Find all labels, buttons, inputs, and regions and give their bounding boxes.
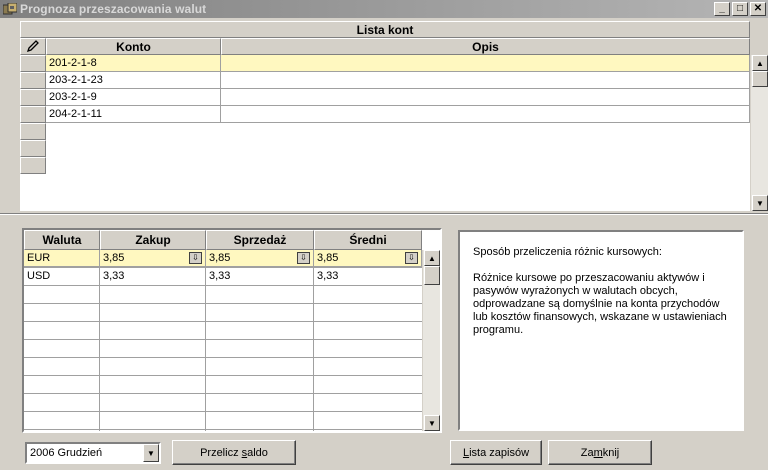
table-row[interactable]: 203-2-1-23	[46, 72, 750, 89]
row-selector[interactable]	[20, 106, 46, 123]
table-row[interactable]: 201-2-1-8	[46, 55, 750, 72]
accounts-grid: Lista kont Konto Opis 201-2-1-8 203-2-1-…	[20, 21, 768, 213]
accounts-scrollbar[interactable]: ▲ ▼	[750, 55, 768, 211]
cell-waluta: EUR	[24, 250, 100, 267]
currency-scrollbar[interactable]: ▲ ▼	[422, 250, 440, 431]
scroll-down-button[interactable]: ▼	[752, 195, 768, 211]
info-heading: Sposób przeliczenia różnic kursowych:	[473, 246, 662, 258]
info-body: Różnice kursowe po przeszacowaniu aktywó…	[473, 272, 727, 336]
minimize-icon: _	[719, 3, 725, 14]
spin-button-icon[interactable]: ⇩	[297, 252, 310, 264]
column-header-waluta[interactable]: Waluta	[24, 230, 100, 250]
cell-sredni[interactable]: 3,85 ⇩	[314, 250, 422, 267]
cell-konto: 203-2-1-9	[46, 89, 221, 106]
table-row[interactable]: USD 3,33 3,33 3,33	[24, 268, 422, 285]
minimize-button[interactable]: _	[714, 2, 730, 16]
period-select[interactable]: 2006 Grudzień ▼	[25, 442, 161, 464]
table-row[interactable]: 203-2-1-9	[46, 89, 750, 106]
row-selector[interactable]	[20, 140, 46, 157]
cell-konto: 201-2-1-8	[46, 55, 221, 72]
maximize-icon: □	[736, 3, 744, 14]
accounts-body: 201-2-1-8 203-2-1-23 203-2-1-9 204-2-1-1…	[20, 55, 750, 211]
scroll-down-button[interactable]: ▼	[424, 415, 440, 431]
chevron-down-icon[interactable]: ▼	[143, 444, 159, 462]
currency-grid: Waluta Zakup Sprzedaż Średni EUR 3,85 ⇩ …	[22, 228, 442, 433]
maximize-button[interactable]: □	[732, 2, 748, 16]
row-selector[interactable]	[20, 55, 46, 72]
separator	[0, 213, 768, 215]
cell-opis	[221, 55, 750, 72]
scroll-thumb[interactable]	[752, 71, 768, 87]
cell-konto: 203-2-1-23	[46, 72, 221, 89]
row-selector[interactable]	[20, 123, 46, 140]
scroll-up-button[interactable]: ▲	[752, 55, 768, 71]
cell-konto: 204-2-1-11	[46, 106, 221, 123]
cell-waluta: USD	[27, 270, 51, 282]
period-value: 2006 Grudzień	[30, 447, 103, 459]
spin-button-icon[interactable]: ⇩	[405, 252, 418, 264]
cell-sprzedaz: 3,33	[209, 270, 231, 282]
row-selector[interactable]	[20, 72, 46, 89]
info-panel: Sposób przeliczenia różnic kursowych: Ró…	[458, 230, 744, 431]
column-header-zakup[interactable]: Zakup	[100, 230, 206, 250]
close-button[interactable]: ✕	[750, 2, 766, 16]
entries-list-button[interactable]: Lista zapisów	[450, 440, 542, 465]
spin-button-icon[interactable]: ⇩	[189, 252, 202, 264]
title-bar: Prognoza przeszacowania walut _ □ ✕	[0, 0, 768, 18]
window-title: Prognoza przeszacowania walut	[20, 2, 207, 16]
entries-list-label: Lista zapisów	[462, 446, 530, 459]
column-header-opis[interactable]: Opis	[221, 38, 750, 55]
column-header-sprzedaz[interactable]: Sprzedaż	[206, 230, 314, 250]
recalc-balance-button[interactable]: Przelicz saldo	[172, 440, 296, 465]
accounts-caption: Lista kont	[20, 21, 750, 38]
pencil-icon	[26, 40, 39, 53]
currency-body: EUR 3,85 ⇩ 3,85 ⇩ 3,85 ⇩ USD 3,33 3,33 3…	[24, 250, 422, 431]
row-selector[interactable]	[20, 157, 46, 174]
cell-sprzedaz[interactable]: 3,85 ⇩	[206, 250, 314, 267]
recalc-label: Przelicz saldo	[200, 446, 268, 459]
edit-pencil-header[interactable]	[20, 38, 46, 55]
row-selector[interactable]	[20, 89, 46, 106]
cell-zakup: 3,33	[103, 270, 125, 282]
cell-opis	[221, 72, 750, 89]
scroll-up-button[interactable]: ▲	[424, 250, 440, 266]
table-row[interactable]: 204-2-1-11	[46, 106, 750, 123]
cell-sredni: 3,33	[317, 270, 339, 282]
app-icon	[2, 2, 18, 16]
close-label: Zamknij	[580, 446, 620, 459]
table-row[interactable]: EUR 3,85 ⇩ 3,85 ⇩ 3,85 ⇩	[24, 250, 422, 267]
cell-opis	[221, 106, 750, 123]
column-header-konto[interactable]: Konto	[46, 38, 221, 55]
close-icon: ✕	[753, 3, 763, 14]
close-window-button[interactable]: Zamknij	[548, 440, 652, 465]
column-header-sredni[interactable]: Średni	[314, 230, 422, 250]
cell-opis	[221, 89, 750, 106]
cell-zakup[interactable]: 3,85 ⇩	[100, 250, 206, 267]
scroll-thumb[interactable]	[424, 266, 440, 285]
